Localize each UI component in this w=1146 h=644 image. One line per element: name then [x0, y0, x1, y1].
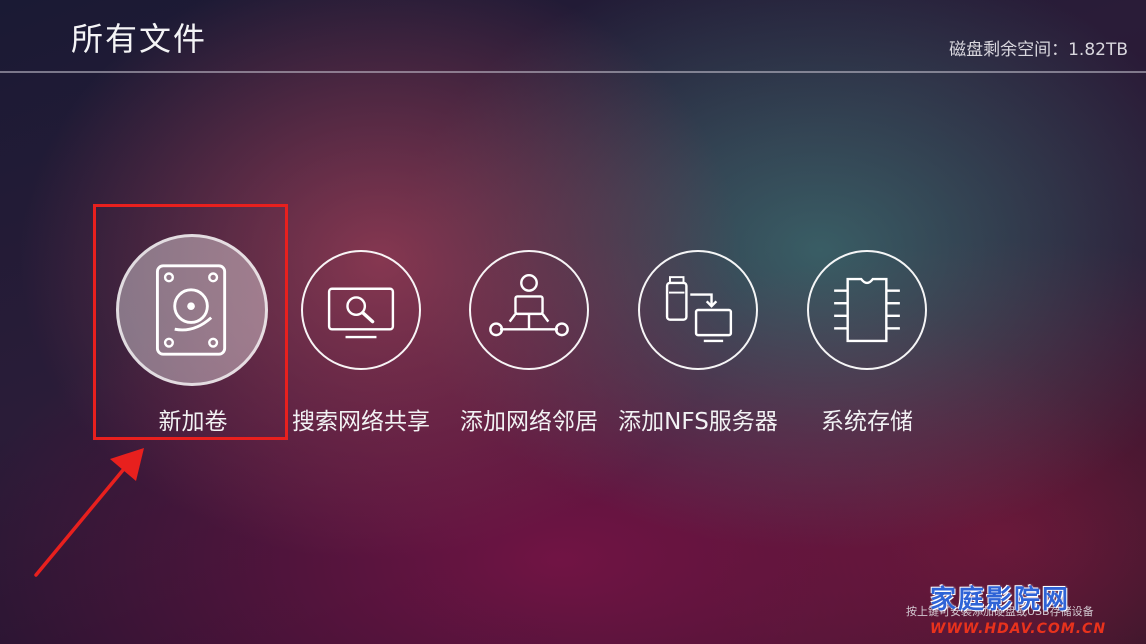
search-monitor-icon: [327, 287, 395, 339]
add-network-neighbor-circle: [469, 250, 589, 370]
storage-item-system-storage[interactable]: 系统存储: [782, 222, 952, 435]
storage-item-add-nfs-server[interactable]: 添加NFS服务器: [613, 222, 783, 435]
memory-chip-icon: [834, 277, 900, 343]
system-storage-label: 系统存储: [821, 409, 913, 435]
add-nfs-server-circle: [638, 250, 758, 370]
storage-item-add-network-neighbor[interactable]: 添加网络邻居: [444, 222, 614, 435]
hard-disk-icon: [155, 264, 227, 356]
usb-to-monitor-icon: [665, 276, 733, 343]
watermark-url: WWW.HDAV.COM.CN: [930, 621, 1107, 637]
storage-item-new-volume[interactable]: 新加卷: [108, 222, 278, 435]
storage-item-search-network-share[interactable]: 搜索网络共享: [276, 222, 446, 435]
new-volume-circle: [116, 234, 268, 386]
network-user-icon: [489, 273, 569, 337]
watermark-logo: 家庭影院网: [930, 585, 1071, 615]
system-storage-circle: [807, 250, 927, 370]
storage-item-list: 新加卷 搜索网络共享 添加网络邻居 添加NFS服务器 系统存储: [0, 0, 1146, 644]
search-network-share-circle: [301, 250, 421, 370]
